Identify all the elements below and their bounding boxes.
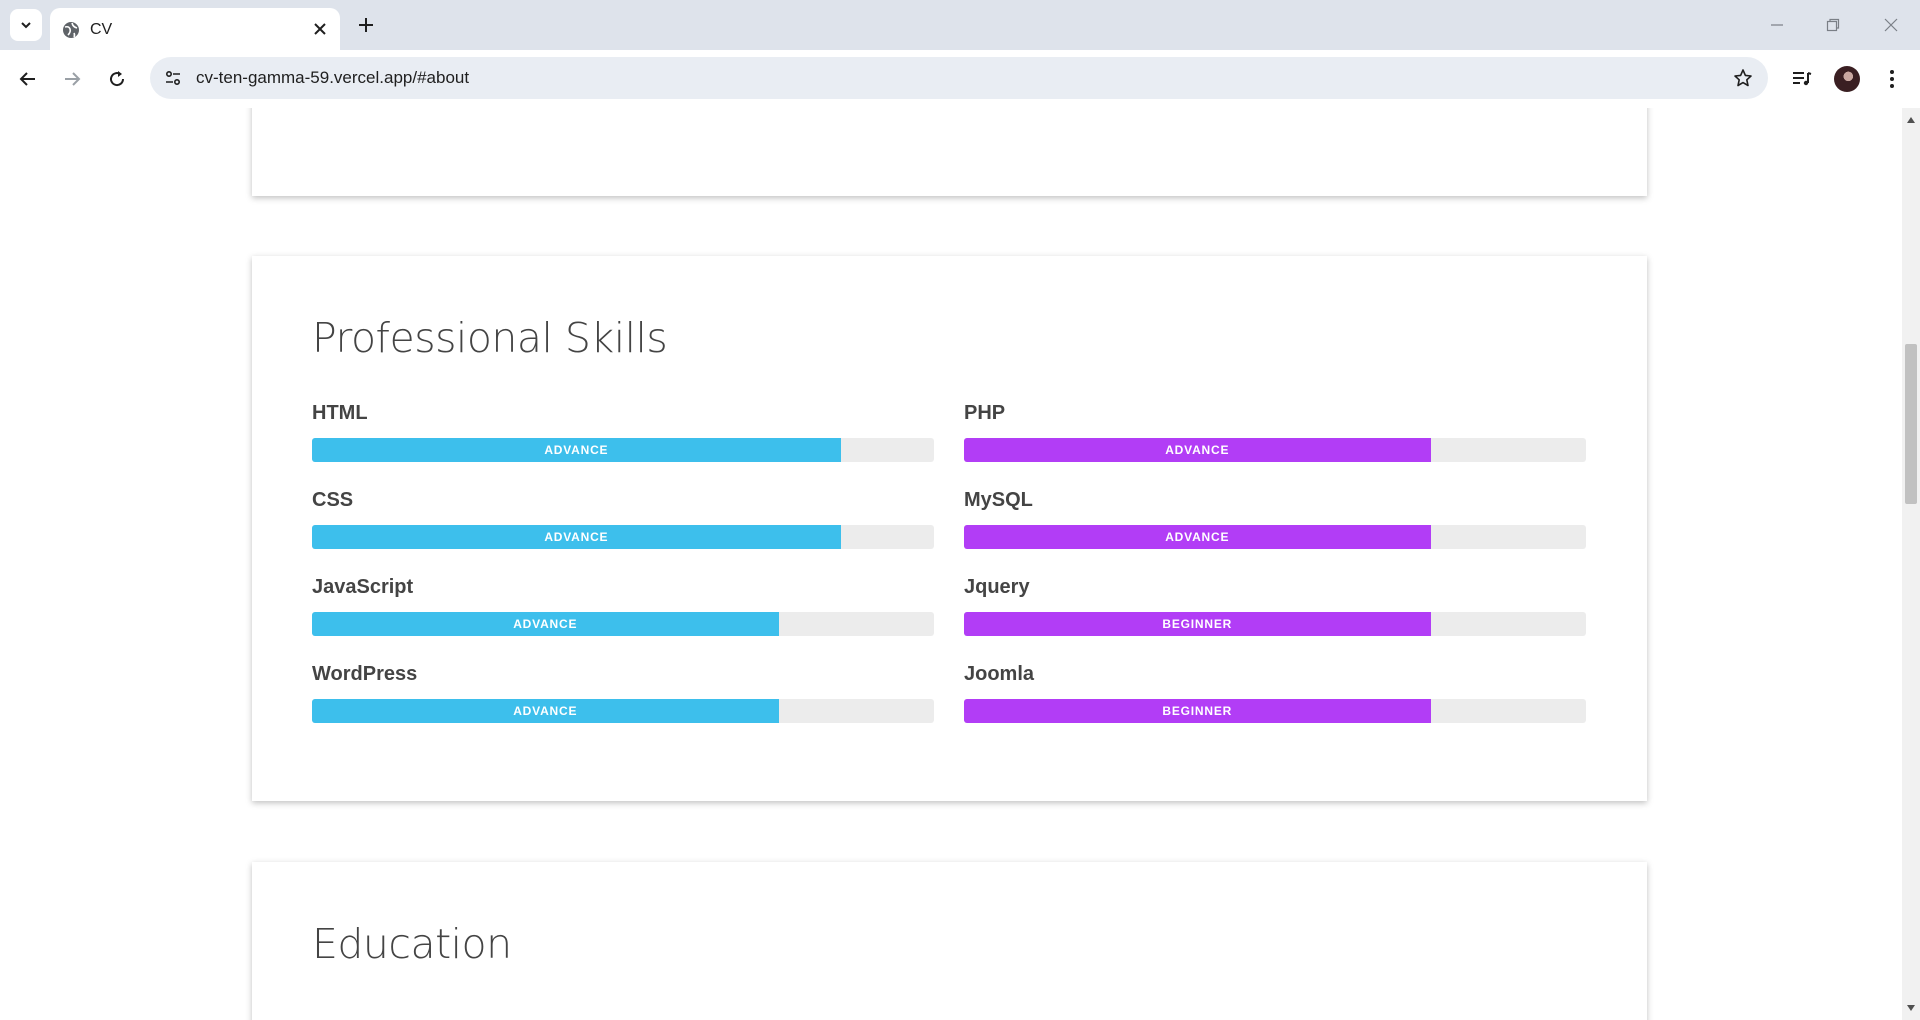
skill-name: PHP [964, 402, 1006, 424]
skill-name: MySQL [964, 489, 1033, 511]
skill-item: Joomla BEGINNER [964, 663, 1586, 735]
skill-progress-track: ADVANCE [964, 525, 1586, 549]
skill-progress-fill: ADVANCE [312, 438, 841, 462]
close-icon [314, 23, 326, 35]
forward-icon [65, 72, 81, 86]
education-title: Education [312, 920, 512, 968]
address-bar[interactable]: cv-ten-gamma-59.vercel.app/#about [150, 57, 1768, 99]
skill-name: Jquery [964, 576, 1030, 598]
arrow-down-icon [1907, 1005, 1915, 1011]
skill-progress-fill: BEGINNER [964, 612, 1431, 636]
skill-name: WordPress [312, 663, 418, 685]
browser-toolbar: cv-ten-gamma-59.vercel.app/#about [0, 50, 1920, 109]
skill-progress-fill: ADVANCE [964, 525, 1431, 549]
menu-kebab-icon [1890, 70, 1894, 88]
globe-icon [63, 22, 79, 38]
skill-item: HTML ADVANCE [312, 402, 934, 474]
scroll-thumb[interactable] [1905, 344, 1917, 504]
close-tab-button[interactable] [310, 19, 330, 39]
education-card: Education [252, 862, 1647, 1020]
skills-card: Professional Skills HTML ADVANCE CSS ADVANC… [252, 256, 1647, 801]
new-tab-button[interactable] [352, 11, 380, 39]
profile-avatar [1834, 66, 1860, 92]
skill-level-label: BEGINNER [1162, 704, 1233, 718]
tab-search-button[interactable] [10, 9, 42, 41]
minimize-button[interactable] [1762, 10, 1792, 40]
skill-progress-fill: ADVANCE [312, 699, 779, 723]
media-controls-button[interactable] [1786, 63, 1818, 95]
skill-item: MySQL ADVANCE [964, 489, 1586, 561]
skill-level-label: ADVANCE [544, 443, 609, 457]
window-close-button[interactable] [1876, 10, 1906, 40]
skill-name: HTML [312, 402, 368, 424]
skill-level-label: ADVANCE [1165, 530, 1230, 544]
page-scrollbar[interactable] [1902, 108, 1920, 1020]
url-text[interactable]: cv-ten-gamma-59.vercel.app/#about [196, 68, 469, 88]
skills-title: Professional Skills [312, 314, 668, 362]
tab-strip: CV [0, 0, 1920, 50]
skill-item: WordPress ADVANCE [312, 663, 934, 735]
skill-progress-fill: ADVANCE [312, 525, 841, 549]
skill-item: CSS ADVANCE [312, 489, 934, 561]
scroll-down-arrow[interactable] [1902, 1000, 1920, 1016]
about-card [252, 108, 1647, 196]
skill-progress-track: BEGINNER [964, 699, 1586, 723]
skill-item: Jquery BEGINNER [964, 576, 1586, 648]
scroll-up-arrow[interactable] [1902, 112, 1920, 128]
skill-level-label: ADVANCE [1165, 443, 1230, 457]
site-settings-button[interactable] [162, 67, 184, 89]
tab-title: CV [90, 21, 113, 38]
restore-button[interactable] [1818, 10, 1848, 40]
back-button[interactable] [12, 63, 44, 95]
media-controls-icon [1793, 72, 1812, 86]
tab-search-icon [21, 22, 31, 29]
skill-level-label: BEGINNER [1162, 617, 1233, 631]
arrow-up-icon [1907, 117, 1915, 123]
menu-button[interactable] [1876, 63, 1908, 95]
skill-level-label: ADVANCE [513, 617, 578, 631]
skill-progress-track: ADVANCE [312, 525, 934, 549]
skill-progress-fill: ADVANCE [312, 612, 779, 636]
skill-progress-fill: BEGINNER [964, 699, 1431, 723]
skill-item: JavaScript ADVANCE [312, 576, 934, 648]
tab-cv[interactable]: CV [50, 8, 340, 50]
skill-progress-track: ADVANCE [312, 612, 934, 636]
window-close-icon [1884, 18, 1898, 32]
plus-icon [359, 18, 373, 32]
profile-button[interactable] [1831, 63, 1863, 95]
skill-progress-fill: ADVANCE [964, 438, 1431, 462]
skill-name: Joomla [964, 663, 1035, 685]
skill-level-label: ADVANCE [544, 530, 609, 544]
back-icon [19, 72, 35, 86]
reload-button[interactable] [101, 63, 133, 95]
skill-name: JavaScript [312, 576, 414, 598]
site-settings-icon [165, 70, 181, 86]
skill-item: PHP ADVANCE [964, 402, 1586, 474]
skill-level-label: ADVANCE [513, 704, 578, 718]
reload-icon [110, 71, 125, 87]
skill-progress-track: BEGINNER [964, 612, 1586, 636]
skill-progress-track: ADVANCE [312, 699, 934, 723]
forward-button[interactable] [56, 63, 88, 95]
bookmark-star-icon [1734, 69, 1752, 87]
skill-progress-track: ADVANCE [312, 438, 934, 462]
bookmark-button[interactable] [1732, 67, 1754, 89]
restore-icon [1826, 18, 1840, 32]
page-viewport[interactable]: Professional Skills HTML ADVANCE CSS ADVANC… [0, 108, 1902, 1020]
skill-name: CSS [312, 489, 354, 511]
minimize-icon [1771, 24, 1783, 26]
skill-progress-track: ADVANCE [964, 438, 1586, 462]
